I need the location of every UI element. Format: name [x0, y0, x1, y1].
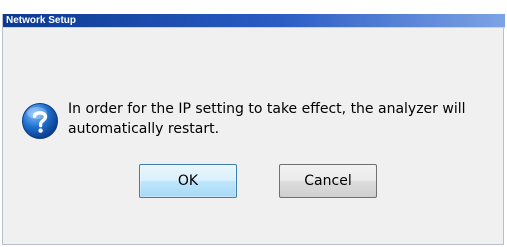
dialog-message: In order for the IP setting to take effe…	[68, 101, 466, 137]
ok-button[interactable]: OK	[139, 164, 237, 198]
cancel-button[interactable]: Cancel	[279, 164, 377, 198]
network-setup-dialog: Network Setup In order for the IP settin…	[2, 14, 505, 245]
titlebar-divider	[3, 27, 505, 28]
window-title: Network Setup	[3, 14, 505, 27]
question-icon	[21, 102, 59, 140]
